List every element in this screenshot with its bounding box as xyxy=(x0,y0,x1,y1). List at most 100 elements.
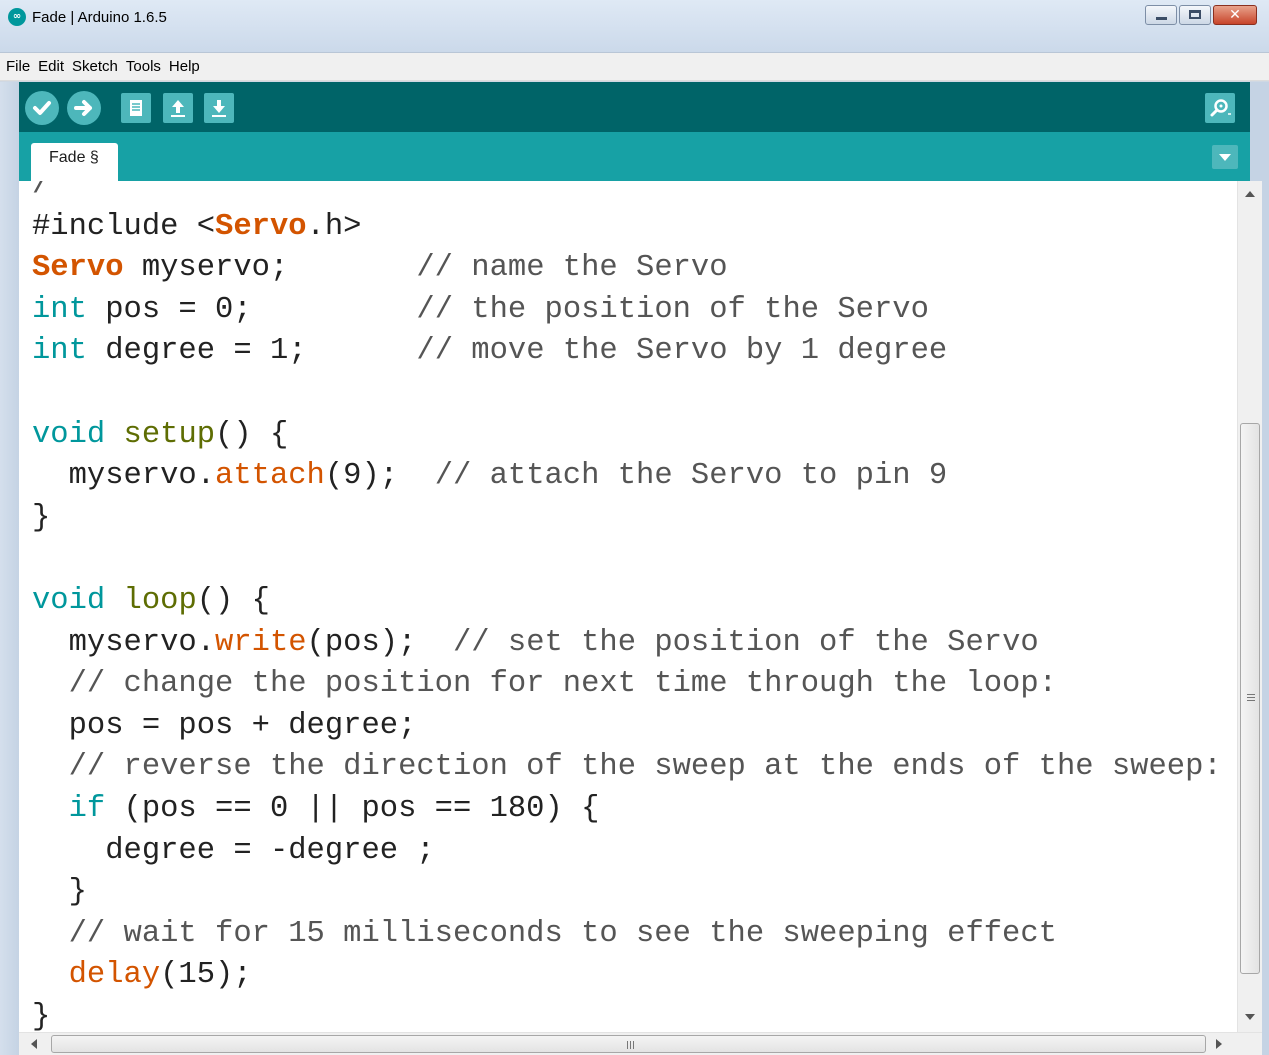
code-token: (pos); xyxy=(306,625,453,660)
menu-bar: File Edit Sketch Tools Help xyxy=(0,53,1269,81)
code-token: write xyxy=(215,625,307,660)
code-line: void loop() { xyxy=(32,581,1222,623)
code-line: void setup() { xyxy=(32,415,1222,457)
code-token: delay xyxy=(68,958,161,993)
code-token: myservo. xyxy=(32,459,216,494)
new-icon xyxy=(130,100,142,116)
vertical-scrollbar[interactable] xyxy=(1237,181,1262,1032)
arduino-logo-icon: ∞ xyxy=(8,8,26,26)
code-editor[interactable]: / #include <Servo.h> Servo myservo; // nam… xyxy=(19,181,1237,1032)
scroll-right-icon[interactable] xyxy=(1216,1039,1222,1049)
toolbar xyxy=(19,82,1250,132)
new-button[interactable] xyxy=(121,93,151,123)
code-token: // set the position of the Servo xyxy=(452,625,1039,660)
code-token: () { xyxy=(196,583,270,618)
code-line: degree = -degree ; xyxy=(32,831,1222,873)
code-token: degree = -degree ; xyxy=(32,833,435,868)
code-token: (15); xyxy=(160,958,252,993)
code-token: } xyxy=(32,500,51,535)
maximize-icon xyxy=(1189,10,1201,19)
close-button[interactable]: ✕ xyxy=(1213,5,1257,25)
code-token: degree = 1; xyxy=(86,334,417,369)
code-token: pos = pos + degree; xyxy=(32,708,417,743)
grip-icon xyxy=(1247,694,1255,695)
scroll-down-icon[interactable] xyxy=(1245,1014,1255,1020)
code-token: myservo. xyxy=(32,625,216,660)
code-token: // name the Servo xyxy=(416,251,728,286)
serial-monitor-button[interactable] xyxy=(1205,93,1235,123)
open-icon xyxy=(171,100,185,117)
code-line: #include <Servo.h> xyxy=(32,207,1222,249)
code-token: void xyxy=(32,417,106,452)
chevron-down-icon xyxy=(1219,154,1231,161)
code-token: if xyxy=(68,791,106,826)
code-line: myservo.attach(9); // attach the Servo t… xyxy=(32,456,1222,498)
code-token: // the position of the Servo xyxy=(416,292,929,327)
code-token: int xyxy=(32,292,87,327)
code-token: / xyxy=(32,181,51,202)
code-line: // reverse the direction of the sweep at… xyxy=(32,747,1222,789)
verify-button[interactable] xyxy=(25,91,59,125)
code-line: int pos = 0; // the position of the Serv… xyxy=(32,290,1222,332)
code-token: setup xyxy=(123,417,216,452)
tab-fade[interactable]: Fade § xyxy=(31,143,118,181)
code-line: if (pos == 0 || pos == 180) { xyxy=(32,789,1222,831)
menu-sketch[interactable]: Sketch xyxy=(72,58,118,75)
grip-icon xyxy=(627,1041,628,1049)
menu-edit[interactable]: Edit xyxy=(38,58,64,75)
code-line: } xyxy=(32,872,1222,914)
code-token: pos = 0; xyxy=(86,292,417,327)
maximize-button[interactable] xyxy=(1179,5,1211,25)
menu-tools[interactable]: Tools xyxy=(126,58,161,75)
tab-strip: Fade § xyxy=(19,132,1250,181)
window-frame-left xyxy=(0,82,19,1055)
save-button[interactable] xyxy=(204,93,234,123)
code-token: .h> xyxy=(306,209,362,244)
code-token: // reverse the direction of the sweep at… xyxy=(68,750,1222,785)
minimize-icon xyxy=(1156,17,1167,20)
code-line: / xyxy=(32,181,1222,207)
window-controls: ✕ xyxy=(1145,5,1257,25)
code-line: // wait for 15 milliseconds to see the s… xyxy=(32,914,1222,956)
menu-file[interactable]: File xyxy=(6,58,30,75)
title-bar[interactable]: ∞ Fade | Arduino 1.6.5 ✕ xyxy=(0,0,1269,53)
menu-help[interactable]: Help xyxy=(169,58,200,75)
upload-button[interactable] xyxy=(67,91,101,125)
code-token: // attach the Servo to pin 9 xyxy=(434,459,948,494)
scroll-left-icon[interactable] xyxy=(31,1039,37,1049)
code-token: Servo xyxy=(215,209,307,244)
code-token: // change the position for next time thr… xyxy=(68,667,1057,702)
close-icon: ✕ xyxy=(1229,7,1241,23)
horizontal-scroll-thumb[interactable] xyxy=(51,1035,1206,1053)
arduino-ide-window: ∞ Fade | Arduino 1.6.5 ✕ File Edit Sketc… xyxy=(0,0,1269,1055)
code-token: } xyxy=(32,999,51,1032)
minimize-button[interactable] xyxy=(1145,5,1177,25)
scroll-up-icon[interactable] xyxy=(1245,191,1255,197)
code-line: pos = pos + degree; xyxy=(32,706,1222,748)
window-title: Fade | Arduino 1.6.5 xyxy=(32,9,167,26)
save-icon xyxy=(212,100,226,117)
code-token: (9); xyxy=(324,459,435,494)
code-token: #include < xyxy=(32,209,216,244)
code-token: Servo xyxy=(32,251,124,286)
horizontal-scrollbar[interactable] xyxy=(19,1032,1262,1055)
open-button[interactable] xyxy=(163,93,193,123)
code-token: int xyxy=(32,334,87,369)
code-token: // wait for 15 milliseconds to see the s… xyxy=(68,916,1057,951)
code-token: myservo; xyxy=(123,251,417,286)
code-token: loop xyxy=(123,583,197,618)
vertical-scroll-thumb[interactable] xyxy=(1240,423,1260,974)
tab-menu-button[interactable] xyxy=(1212,145,1238,169)
code-token: () { xyxy=(215,417,289,452)
code-line: } xyxy=(32,498,1222,540)
code-line: Servo myservo; // name the Servo xyxy=(32,248,1222,290)
code-token: void xyxy=(32,583,106,618)
code-line: int degree = 1; // move the Servo by 1 d… xyxy=(32,331,1222,373)
